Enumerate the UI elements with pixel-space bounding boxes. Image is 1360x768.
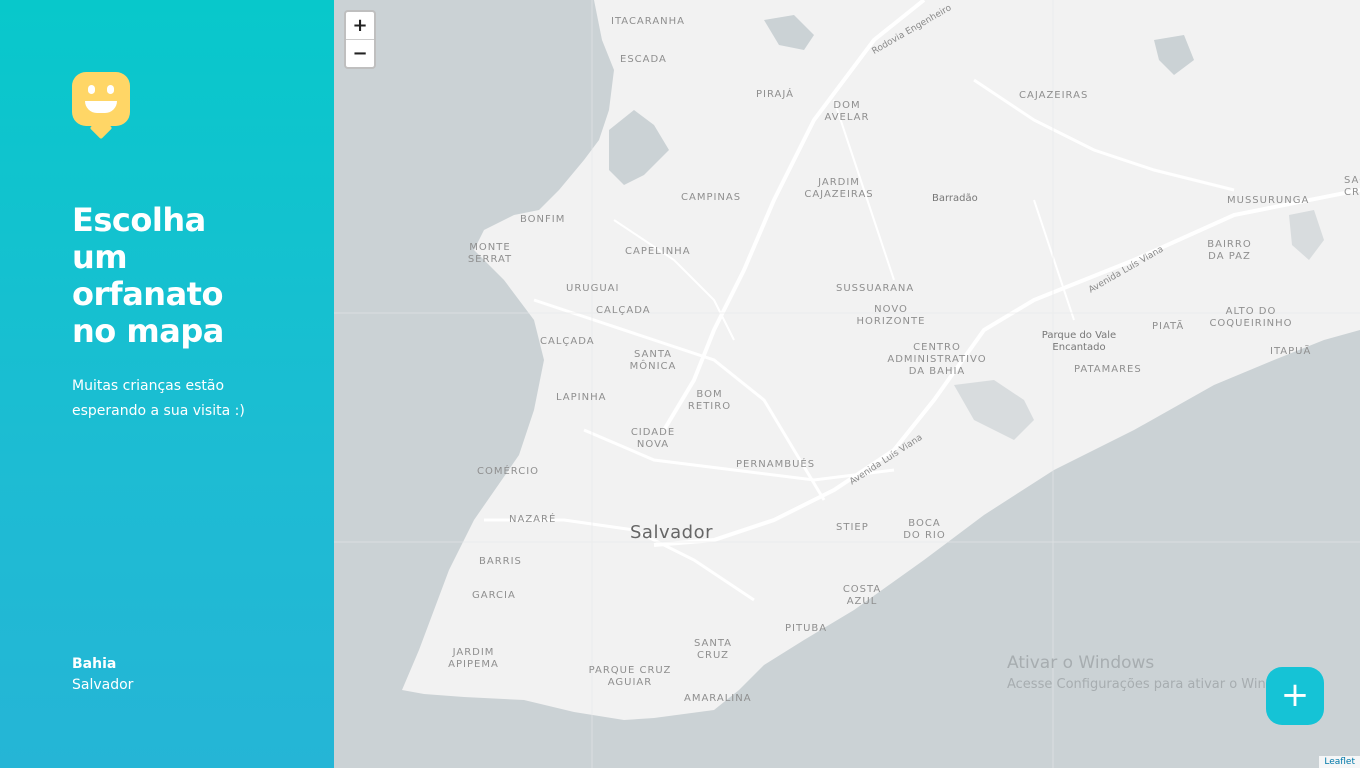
map-label: LAPINHA — [556, 392, 607, 403]
leaflet-attribution[interactable]: Leaflet — [1319, 756, 1360, 768]
map-label: CIDADE NOVA — [630, 427, 676, 450]
map-label: SUSSUARANA — [836, 283, 915, 294]
add-orphanage-button[interactable]: + — [1266, 667, 1324, 725]
location-state: Bahia — [72, 656, 117, 672]
map-label: BOCA DO RIO — [903, 518, 946, 541]
map-label: CALÇADA — [596, 305, 651, 316]
map-label: NOVO HORIZONTE — [856, 304, 926, 327]
map-label: CAMPINAS — [681, 192, 742, 203]
map-label: PIRAJÁ — [756, 89, 794, 100]
map-label: ESCADA — [620, 54, 667, 65]
sidebar: Escolha um orfanato no mapa Muitas crian… — [0, 0, 334, 768]
map-label: NAZARÉ — [509, 514, 557, 525]
map[interactable]: + − ITACARANHA ESCADA PIRAJÁ DOM AVELAR … — [334, 0, 1360, 768]
zoom-out-button[interactable]: − — [346, 39, 374, 67]
map-label: BOM RETIRO — [687, 389, 732, 412]
map-label: AMARALINA — [684, 693, 752, 704]
map-label: DOM AVELAR — [824, 100, 870, 123]
map-label: Barradão — [932, 193, 978, 204]
map-label: PATAMARES — [1074, 364, 1142, 375]
map-label: URUGUAI — [566, 283, 620, 294]
map-label: CAJAZEIRAS — [1019, 90, 1089, 101]
location: Bahia Salvador — [72, 654, 133, 696]
map-label: SÃO CRISTÓVÃO — [1344, 175, 1360, 198]
map-label: CALÇADA — [540, 336, 595, 347]
watermark-title: Ativar o Windows — [1007, 653, 1155, 673]
map-label: PITUBA — [785, 623, 828, 634]
map-label: ITAPUÃ — [1270, 346, 1312, 357]
city-label: Salvador — [630, 522, 713, 543]
map-label: BONFIM — [520, 214, 566, 225]
app: Escolha um orfanato no mapa Muitas crian… — [0, 0, 1360, 768]
map-label: SANTA CRUZ — [693, 638, 733, 661]
map-label: GARCIA — [472, 590, 516, 601]
happy-map-marker-icon — [72, 72, 130, 140]
map-label: PERNAMBUÉS — [736, 459, 816, 470]
zoom-control: + − — [344, 10, 376, 69]
map-label: BARRIS — [479, 556, 522, 567]
map-label: BAIRRO DA PAZ — [1207, 239, 1252, 262]
map-label: Parque do Vale Encantado — [1041, 330, 1117, 353]
map-label: JARDIM CAJAZEIRAS — [804, 177, 874, 200]
watermark-subtitle: Acesse Configurações para ativar o Windo… — [1007, 677, 1304, 692]
sidebar-title: Escolha um orfanato no mapa — [72, 201, 224, 350]
location-city: Salvador — [72, 677, 134, 693]
map-label: CAPELINHA — [625, 246, 691, 257]
zoom-in-button[interactable]: + — [346, 12, 374, 39]
map-label: CENTRO ADMINISTRATIVO DA BAHIA — [887, 342, 987, 377]
map-label: PIATÃ — [1152, 321, 1185, 332]
map-label: PARQUE CRUZ AGUIAR — [588, 665, 672, 688]
map-label: COMÉRCIO — [477, 466, 540, 477]
map-label: STIEP — [836, 522, 869, 533]
map-label: SANTA MÔNICA — [629, 349, 677, 372]
sidebar-subtitle: Muitas crianças estão esperando a sua vi… — [72, 378, 245, 419]
map-label: ALTO DO COQUEIRINHO — [1209, 306, 1293, 329]
map-label: JARDIM APIPEMA — [448, 647, 499, 670]
map-label: ITACARANHA — [611, 16, 685, 27]
windows-activation-watermark: Ativar o Windows Acesse Configurações pa… — [1007, 652, 1303, 696]
map-label: MUSSURUNGA — [1227, 195, 1310, 206]
map-label: COSTA AZUL — [842, 584, 882, 607]
map-label: MONTE SERRAT — [467, 242, 513, 265]
